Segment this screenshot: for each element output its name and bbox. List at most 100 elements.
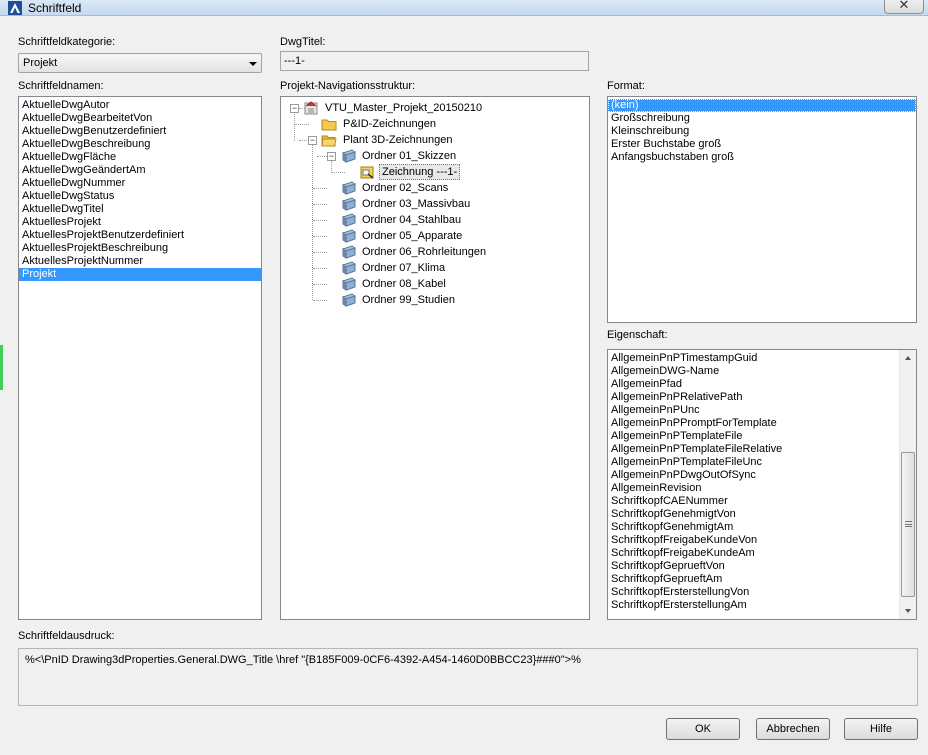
tree-node-label: VTU_Master_Projekt_20150210 [325, 102, 483, 114]
drawing-icon [360, 166, 374, 179]
dwg-title-value: ---1- [284, 55, 305, 67]
list-item[interactable]: AllgemeinRevision [608, 482, 898, 495]
tree-connector [295, 124, 309, 125]
list-item[interactable]: Großschreibung [608, 112, 916, 125]
dwg-title-field: ---1- [280, 51, 589, 71]
list-item[interactable]: AllgemeinPnPTemplateFileUnc [608, 456, 898, 469]
list-item[interactable]: AllgemeinPfad [608, 378, 898, 391]
tree-connector [294, 111, 295, 141]
format-label: Format: [607, 80, 645, 92]
list-item[interactable]: AktuellesProjektNummer [19, 255, 261, 268]
list-item[interactable]: AktuelleDwgTitel [19, 203, 261, 216]
folder-open-icon [321, 135, 337, 147]
list-item[interactable]: SchriftkopfFreigabeKundeVon [608, 534, 898, 547]
list-item[interactable]: AllgemeinPnPRelativePath [608, 391, 898, 404]
tree-node-label: Ordner 99_Studien [362, 294, 455, 306]
tree-node-label: Zeichnung ---1- [379, 164, 461, 180]
list-item[interactable]: AllgemeinPnPTemplateFile [608, 430, 898, 443]
list-item[interactable]: AktuelleDwgBeschreibung [19, 138, 261, 151]
list-item[interactable]: Kleinschreibung [608, 125, 916, 138]
collapse-toggle[interactable]: − [308, 136, 317, 145]
tree-connector [313, 220, 327, 221]
tree-connector [313, 284, 327, 285]
list-item[interactable]: AllgemeinPnPDwgOutOfSync [608, 469, 898, 482]
list-item[interactable]: AktuelleDwgNummer [19, 177, 261, 190]
folder-3d-icon [341, 197, 356, 211]
list-item[interactable]: AktuelleDwgFläche [19, 151, 261, 164]
ok-button[interactable]: OK [666, 718, 740, 740]
list-item[interactable]: AktuelleDwgBearbeitetVon [19, 112, 261, 125]
list-item[interactable]: AktuelleDwgGeändertAm [19, 164, 261, 177]
property-scrollbar[interactable] [899, 350, 916, 619]
nav-tree[interactable]: − VTU_Master_Projekt_20150210 P&ID-Zeich… [280, 96, 590, 620]
list-item[interactable]: SchriftkopfGeprueftAm [608, 573, 898, 586]
tree-node-label: Ordner 08_Kabel [362, 278, 446, 290]
list-item[interactable]: SchriftkopfFreigabeKundeAm [608, 547, 898, 560]
help-button[interactable]: Hilfe [844, 718, 918, 740]
tree-node-label: Ordner 03_Massivbau [362, 198, 471, 210]
list-item[interactable]: SchriftkopfGenehmigtAm [608, 521, 898, 534]
list-item[interactable]: AllgemeinPnPTemplateFileRelative [608, 443, 898, 456]
list-item[interactable]: AktuellesProjektBenutzerdefiniert [19, 229, 261, 242]
dwg-title-label: DwgTitel: [280, 36, 326, 48]
field-names-label: Schriftfeldnamen: [18, 80, 104, 92]
list-item[interactable]: AktuellesProjekt [19, 216, 261, 229]
nav-tree-label: Projekt-Navigationsstruktur: [280, 80, 416, 92]
list-item[interactable]: SchriftkopfErsterstellungVon [608, 586, 898, 599]
grip-icon [905, 521, 912, 527]
list-item-selected[interactable]: (kein) [608, 99, 916, 112]
tree-node-label: Ordner 04_Stahlbau [362, 214, 462, 226]
list-item-selected[interactable]: Projekt [19, 268, 261, 281]
tree-connector [317, 156, 327, 157]
list-item[interactable]: AktuelleDwgBenutzerdefiniert [19, 125, 261, 138]
tree-node-label: Ordner 01_Skizzen [362, 150, 457, 162]
format-list[interactable]: (kein) Großschreibung Kleinschreibung Er… [607, 96, 917, 323]
tree-connector [312, 145, 313, 300]
autocad-app-icon [8, 1, 22, 15]
list-item[interactable]: AktuelleDwgAutor [19, 99, 261, 112]
close-button[interactable]: ✕ [884, 0, 924, 14]
tree-node-label: Ordner 07_Klima [362, 262, 446, 274]
list-item[interactable]: AllgemeinDWG-Name [608, 365, 898, 378]
scrollbar-thumb[interactable] [901, 452, 915, 597]
list-item[interactable]: AllgemeinPnPUnc [608, 404, 898, 417]
scroll-up-icon[interactable] [900, 350, 916, 367]
category-selected-value: Projekt [23, 57, 58, 69]
list-item[interactable]: SchriftkopfGenehmigtVon [608, 508, 898, 521]
project-icon [304, 101, 318, 115]
category-dropdown[interactable]: Projekt [18, 53, 262, 73]
tree-node-label: Ordner 05_Apparate [362, 230, 463, 242]
list-item[interactable]: Anfangsbuchstaben groß [608, 151, 916, 164]
list-item[interactable]: SchriftkopfErsterstellungAm [608, 599, 898, 612]
expression-label: Schriftfeldausdruck: [18, 630, 115, 642]
collapse-toggle[interactable]: − [290, 104, 299, 113]
category-label: Schriftfeldkategorie: [18, 36, 116, 48]
list-item[interactable]: SchriftkopfCAENummer [608, 495, 898, 508]
folder-3d-icon [341, 245, 356, 259]
folder-3d-icon [341, 213, 356, 227]
close-icon: ✕ [898, 0, 910, 12]
scroll-down-icon[interactable] [900, 602, 916, 619]
list-item[interactable]: AllgemeinPnPTimestampGuid [608, 352, 898, 365]
tree-node-label: Ordner 02_Scans [362, 182, 449, 194]
list-item[interactable]: Erster Buchstabe groß [608, 138, 916, 151]
tree-node-label: P&ID-Zeichnungen [343, 118, 436, 130]
property-list[interactable]: AllgemeinPnPTimestampGuid AllgemeinDWG-N… [607, 349, 917, 620]
list-item[interactable]: AktuellesProjektBeschreibung [19, 242, 261, 255]
cancel-button[interactable]: Abbrechen [756, 718, 830, 740]
tree-connector [313, 300, 327, 301]
list-item[interactable]: AktuelleDwgStatus [19, 190, 261, 203]
folder-3d-icon [341, 277, 356, 291]
tree-node-label: Ordner 06_Rohrleitungen [362, 246, 487, 258]
expression-field[interactable]: %<\PnID Drawing3dProperties.General.DWG_… [18, 648, 918, 706]
list-item[interactable]: AllgemeinPnPPromptForTemplate [608, 417, 898, 430]
chevron-down-icon [249, 62, 257, 66]
tree-connector [313, 236, 327, 237]
folder-3d-icon [341, 293, 356, 307]
list-item[interactable]: SchriftkopfGeprueftVon [608, 560, 898, 573]
tree-node-label: Plant 3D-Zeichnungen [343, 134, 453, 146]
collapse-toggle[interactable]: − [327, 152, 336, 161]
folder-icon [321, 119, 337, 131]
field-names-list[interactable]: AktuelleDwgAutor AktuelleDwgBearbeitetVo… [18, 96, 262, 620]
window-edge-accent [0, 345, 3, 390]
